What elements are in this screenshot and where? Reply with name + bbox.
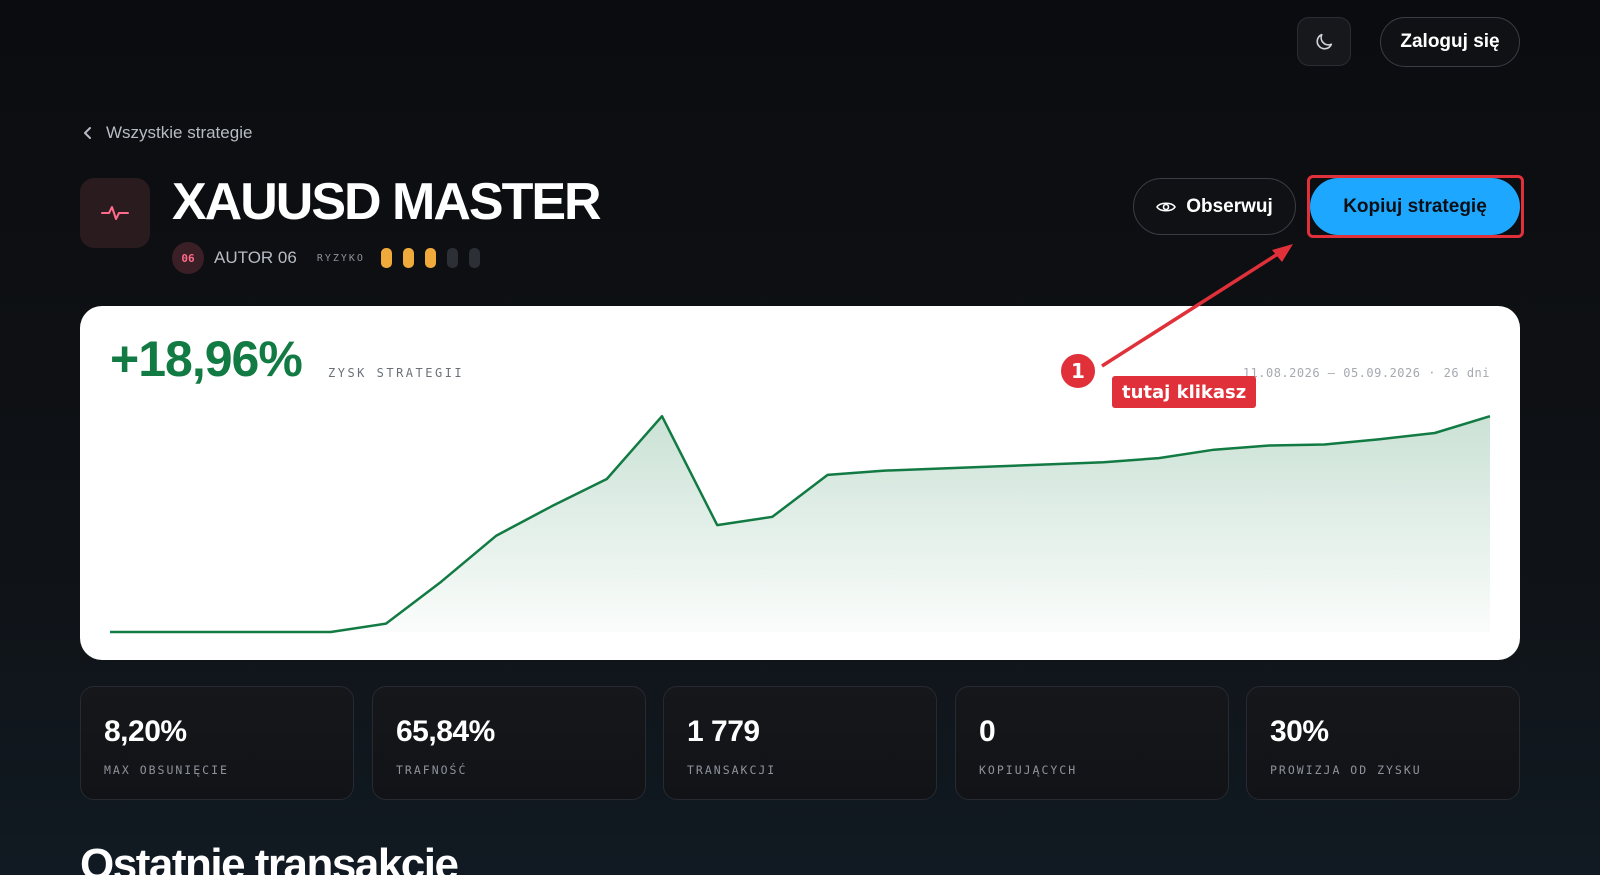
risk-bar [468, 248, 480, 268]
eye-icon [1156, 201, 1177, 212]
login-button[interactable]: Zaloguj się [1380, 17, 1520, 67]
risk-label: RYZYKO [316, 252, 365, 264]
stat-value: 65,84% [396, 715, 495, 748]
stat-card-commission: 30% PROWIZJA OD ZYSKU [1246, 686, 1520, 800]
chevron-left-icon [84, 127, 91, 139]
author-avatar: 06 [172, 242, 204, 274]
chart-area-fill [110, 416, 1490, 632]
stat-card-copiers: 0 KOPIUJĄCYCH [955, 686, 1229, 800]
stat-value: 0 [979, 715, 996, 748]
risk-bar [402, 248, 414, 268]
risk-meter [380, 248, 491, 268]
watch-button[interactable]: Obserwuj [1133, 178, 1296, 235]
risk-bar [424, 248, 436, 268]
annotation-label: tutaj klikasz [1112, 376, 1257, 408]
stat-label: TRAFNOŚĆ [396, 763, 468, 777]
risk-bar [446, 248, 458, 268]
annotation-step-number: 1 [1059, 352, 1097, 390]
profit-label: ZYSK STRATEGII [328, 366, 465, 380]
stat-label: PROWIZJA OD ZYSKU [1270, 763, 1422, 777]
date-range: 11.08.2026 – 05.09.2026 · 26 dni [1242, 366, 1490, 380]
copy-strategy-button[interactable]: Kopiuj strategię [1310, 178, 1520, 235]
stat-card-max-drawdown: 8,20% MAX OBSUNIĘCIE [80, 686, 354, 800]
pulse-icon [101, 206, 129, 220]
stat-value: 30% [1270, 715, 1329, 748]
stat-value: 1 779 [687, 715, 760, 748]
moon-icon [1316, 33, 1333, 50]
breadcrumb-label[interactable]: Wszystkie strategie [106, 123, 252, 143]
equity-chart-card: +18,96% ZYSK STRATEGII 11.08.2026 – 05.0… [80, 306, 1520, 660]
stat-card-accuracy: 65,84% TRAFNOŚĆ [372, 686, 646, 800]
profit-value: +18,96% [110, 331, 303, 387]
breadcrumb[interactable]: Wszystkie strategie [82, 121, 252, 145]
watch-label: Obserwuj [1186, 195, 1273, 217]
stat-label: MAX OBSUNIĘCIE [104, 763, 229, 777]
stat-label: TRANSAKCJI [687, 763, 777, 777]
author-name[interactable]: AUTOR 06 [214, 248, 297, 268]
strategy-title: XAUUSD MASTER [172, 173, 602, 231]
strategy-meta: 06 AUTOR 06 RYZYKO [172, 242, 491, 274]
stat-label: KOPIUJĄCYCH [979, 763, 1078, 777]
theme-toggle-button[interactable] [1297, 17, 1351, 66]
risk-bar [380, 248, 392, 268]
stat-value: 8,20% [104, 715, 187, 748]
strategy-icon [80, 178, 150, 248]
stat-card-transactions: 1 779 TRANSAKCJI [663, 686, 937, 800]
recent-transactions-title: Ostatnie transakcje [80, 840, 459, 875]
